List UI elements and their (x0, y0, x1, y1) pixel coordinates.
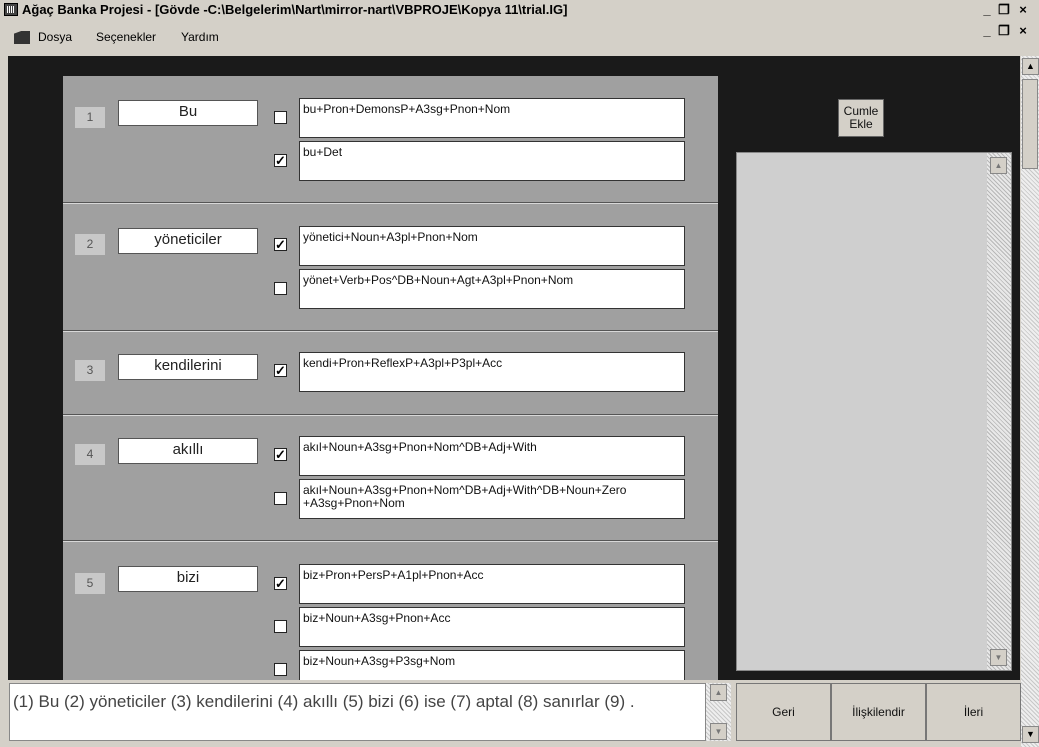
window-controls: _ ❐ × (979, 3, 1037, 19)
word-number: 5 (75, 573, 105, 594)
word-field[interactable]: bizi (118, 566, 258, 592)
close-icon[interactable]: × (1015, 3, 1031, 17)
bottom-bar: (1) Bu (2) yöneticiler (3) kendilerini (… (0, 680, 1021, 747)
separator (63, 330, 718, 332)
work-area: 1 Bu bu+Pron+DemonsP+A3sg+Pnon+Nom ✓ bu+… (8, 56, 1020, 680)
analysis-checkbox[interactable]: ✓ (274, 364, 287, 377)
analysis-field[interactable]: biz+Noun+A3sg+P3sg+Nom (299, 650, 685, 680)
word-number: 2 (75, 234, 105, 255)
list-scrollbar[interactable]: ▲ ▼ (987, 153, 1011, 670)
scroll-down-icon[interactable]: ▼ (990, 649, 1007, 666)
child-close-icon[interactable]: × (1015, 24, 1031, 38)
analysis-checkbox[interactable] (274, 663, 287, 676)
minimize-icon[interactable]: _ (979, 3, 995, 17)
geri-button[interactable]: Geri (736, 683, 831, 741)
menu-bar: Dosya Seçenekler Yardım _ ❐ × (0, 20, 1039, 56)
scroll-thumb[interactable] (1022, 79, 1038, 169)
separator (63, 540, 718, 542)
cumle-ekle-label-2: Ekle (849, 117, 873, 131)
analysis-checkbox[interactable] (274, 492, 287, 505)
sentence-scrollbar[interactable]: ▲ ▼ (706, 683, 731, 741)
menu-secenekler[interactable]: Seçenekler (96, 30, 156, 44)
scroll-up-icon[interactable]: ▲ (990, 157, 1007, 174)
sentence-list[interactable]: ▲ ▼ (736, 152, 1012, 671)
word-number: 4 (75, 444, 105, 465)
scroll-down-icon[interactable]: ▼ (710, 723, 727, 740)
analysis-checkbox[interactable]: ✓ (274, 577, 287, 590)
word-analysis-panel: 1 Bu bu+Pron+DemonsP+A3sg+Pnon+Nom ✓ bu+… (63, 76, 718, 680)
analysis-field[interactable]: bu+Pron+DemonsP+A3sg+Pnon+Nom (299, 98, 685, 138)
analysis-checkbox[interactable]: ✓ (274, 448, 287, 461)
child-minimize-icon[interactable]: _ (979, 24, 995, 38)
separator (63, 414, 718, 416)
ileri-button[interactable]: İleri (926, 683, 1021, 741)
analysis-field[interactable]: yönetici+Noun+A3pl+Pnon+Nom (299, 226, 685, 266)
document-icon[interactable] (14, 31, 30, 44)
analysis-field[interactable]: akıl+Noun+A3sg+Pnon+Nom^DB+Adj+With (299, 436, 685, 476)
scroll-up-icon[interactable]: ▲ (710, 684, 727, 701)
child-window-controls: _ ❐ × (979, 24, 1037, 40)
word-field[interactable]: akıllı (118, 438, 258, 464)
analysis-field[interactable]: yönet+Verb+Pos^DB+Noun+Agt+A3pl+Pnon+Nom (299, 269, 685, 309)
restore-icon[interactable]: ❐ (996, 3, 1012, 17)
analysis-checkbox[interactable]: ✓ (274, 238, 287, 251)
word-number: 1 (75, 107, 105, 128)
analysis-field[interactable]: kendi+Pron+ReflexP+A3pl+P3pl+Acc (299, 352, 685, 392)
cumle-ekle-button[interactable]: Cumle Ekle (838, 99, 884, 137)
separator (63, 202, 718, 204)
word-field[interactable]: Bu (118, 100, 258, 126)
analysis-checkbox[interactable] (274, 620, 287, 633)
word-number: 3 (75, 360, 105, 381)
window-title: Ağaç Banka Projesi - [Gövde -C:\Belgeler… (22, 2, 568, 17)
scroll-up-icon[interactable]: ▲ (1022, 58, 1039, 75)
analysis-field[interactable]: akıl+Noun+A3sg+Pnon+Nom^DB+Adj+With^DB+N… (299, 479, 685, 519)
window-scrollbar[interactable]: ▲ ▼ (1021, 56, 1039, 747)
analysis-field[interactable]: biz+Pron+PersP+A1pl+Pnon+Acc (299, 564, 685, 604)
menu-yardim[interactable]: Yardım (181, 30, 219, 44)
title-bar: Ağaç Banka Projesi - [Gövde -C:\Belgeler… (0, 0, 1039, 20)
cumle-ekle-label-1: Cumle (843, 104, 879, 118)
analysis-field[interactable]: biz+Noun+A3sg+Pnon+Acc (299, 607, 685, 647)
word-field[interactable]: yöneticiler (118, 228, 258, 254)
analysis-checkbox[interactable]: ✓ (274, 154, 287, 167)
app-icon[interactable] (4, 3, 18, 16)
analysis-field[interactable]: bu+Det (299, 141, 685, 181)
child-restore-icon[interactable]: ❐ (996, 24, 1012, 38)
iliskilendir-button[interactable]: İlişkilendir (831, 683, 926, 741)
scroll-down-icon[interactable]: ▼ (1022, 726, 1039, 743)
analysis-checkbox[interactable] (274, 282, 287, 295)
word-field[interactable]: kendilerini (118, 354, 258, 380)
analysis-checkbox[interactable] (274, 111, 287, 124)
menu-dosya[interactable]: Dosya (38, 30, 72, 44)
sentence-text[interactable]: (1) Bu (2) yöneticiler (3) kendilerini (… (9, 683, 706, 741)
